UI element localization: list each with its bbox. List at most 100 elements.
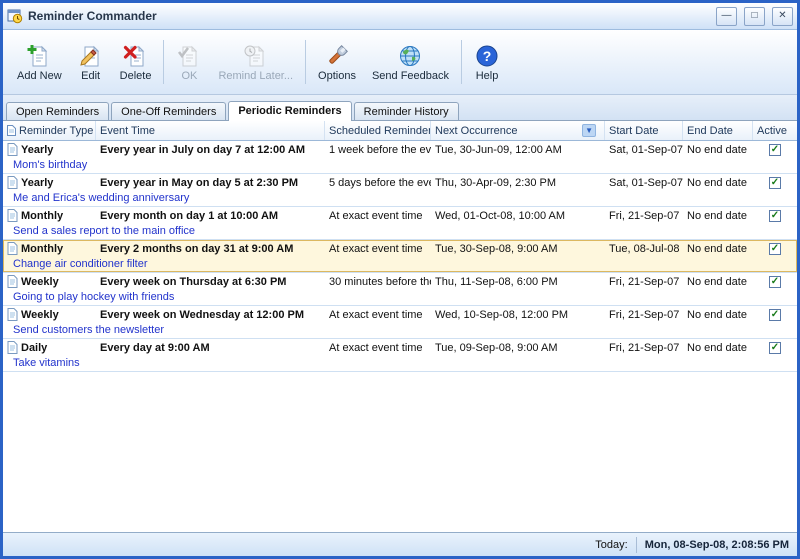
tab-open-reminders[interactable]: Open Reminders [6,102,109,120]
table-row[interactable]: YearlyEvery year in May on day 5 at 2:30… [3,174,797,207]
start-date-cell: Sat, 01-Sep-07 [605,144,683,156]
active-checkbox[interactable]: ✓ [769,309,781,321]
table-row[interactable]: Weekly Every week on Thursday at 6:30 PM3… [3,273,797,306]
minimize-button[interactable]: — [716,7,737,26]
reminder-type-cell: Weekly [3,308,96,321]
row-main: YearlyEvery year in May on day 5 at 2:30… [3,174,797,191]
reminder-doc-icon [7,143,18,156]
row-main: MonthlyEvery 2 months on day 31 at 9:00 … [3,240,797,257]
tab-label: Reminder History [364,106,449,118]
scheduled-reminder-cell: 5 days before the event [325,177,431,189]
row-main: WeeklyEvery week on Wednesday at 12:00 P… [3,306,797,323]
event-time-cell: Every week on Thursday at 6:30 PM [96,276,325,288]
next-occurrence-cell: Tue, 09-Sep-08, 9:00 AM [431,342,605,354]
minimize-icon: — [722,11,732,21]
reminder-type-cell: Monthly [3,209,96,222]
table-row[interactable]: MonthlyEvery month on day 1 at 10:00 AMA… [3,207,797,240]
active-cell: ✓ [753,276,797,288]
column-header-next-occurrence[interactable]: Next Occurrence ▼ [431,121,605,140]
scheduled-reminder-cell: At exact event time [325,309,431,321]
column-header-active[interactable]: Active [753,121,797,140]
send-feedback-button[interactable]: Send Feedback [364,39,457,85]
table-row[interactable]: MonthlyEvery 2 months on day 31 at 9:00 … [3,240,797,273]
titlebar[interactable]: Reminder Commander — □ ✕ [3,3,797,30]
reminder-description: Send a sales report to the main office [3,224,797,239]
reminder-type-cell: Yearly [3,143,96,156]
reminder-doc-icon [7,242,18,255]
maximize-button[interactable]: □ [744,7,765,26]
delete-button[interactable]: Delete [112,39,160,85]
row-main: YearlyEvery year in July on day 7 at 12:… [3,141,797,158]
reminder-type: Weekly [21,276,59,288]
active-cell: ✓ [753,342,797,354]
next-occurrence-cell: Wed, 01-Oct-08, 10:00 AM [431,210,605,222]
reminder-description: Mom's birthday [3,158,797,173]
start-date-cell: Sat, 01-Sep-07 [605,177,683,189]
table-header: Reminder Type Event Time Scheduled Remin… [3,121,797,141]
active-checkbox[interactable]: ✓ [769,342,781,354]
svg-text:?: ? [483,48,492,64]
table-body: YearlyEvery year in July on day 7 at 12:… [3,141,797,532]
sort-descending-icon: ▼ [582,124,596,137]
column-header-scheduled-reminder[interactable]: Scheduled Reminder [325,121,431,140]
scheduled-reminder-cell: At exact event time [325,243,431,255]
reminder-doc-icon [7,308,18,321]
column-header-reminder-type[interactable]: Reminder Type [3,121,96,140]
reminder-description: Change air conditioner filter [3,257,797,272]
active-cell: ✓ [753,309,797,321]
active-cell: ✓ [753,144,797,156]
column-header-label: Active [757,125,787,137]
column-header-label: Reminder Type [19,125,93,137]
remind-later-button: Remind Later... [210,39,301,85]
reminder-description: Going to play hockey with friends [3,290,797,305]
reminder-type: Yearly [21,144,53,156]
table-row[interactable]: DailyEvery day at 9:00 AMAt exact event … [3,339,797,372]
today-date-value: Mon, 08-Sep-08, 2:08:56 PM [645,539,789,551]
help-button[interactable]: ? Help [466,39,508,85]
options-icon [324,43,350,69]
active-checkbox[interactable]: ✓ [769,276,781,288]
column-header-label: Scheduled Reminder [329,125,431,137]
column-header-end-date[interactable]: End Date [683,121,753,140]
reminder-type-cell: Weekly [3,275,96,288]
ok-button: OK [168,39,210,85]
next-occurrence-cell: Tue, 30-Sep-08, 9:00 AM [431,243,605,255]
end-date-cell: No end date [683,177,753,189]
tab-reminder-history[interactable]: Reminder History [354,102,459,120]
app-icon[interactable] [7,8,23,24]
remind-later-label: Remind Later... [218,70,293,82]
reminder-type-cell: Daily [3,341,96,354]
tab-periodic-reminders[interactable]: Periodic Reminders [228,101,351,121]
column-header-start-date[interactable]: Start Date [605,121,683,140]
tab-one-off-reminders[interactable]: One-Off Reminders [111,102,226,120]
next-occurrence-cell: Thu, 11-Sep-08, 6:00 PM [431,276,605,288]
active-checkbox[interactable]: ✓ [769,144,781,156]
end-date-cell: No end date [683,144,753,156]
table-row[interactable]: WeeklyEvery week on Wednesday at 12:00 P… [3,306,797,339]
reminder-type-header-icon [7,125,16,136]
active-checkbox[interactable]: ✓ [769,177,781,189]
table-row[interactable]: YearlyEvery year in July on day 7 at 12:… [3,141,797,174]
row-main: DailyEvery day at 9:00 AMAt exact event … [3,339,797,356]
options-button[interactable]: Options [310,39,364,85]
next-occurrence-cell: Wed, 10-Sep-08, 12:00 PM [431,309,605,321]
scheduled-reminder-cell: At exact event time [325,342,431,354]
ok-label: OK [181,70,197,82]
remind-later-icon [243,43,269,69]
column-header-label: Event Time [100,125,155,137]
close-button[interactable]: ✕ [772,7,793,26]
edit-button[interactable]: Edit [70,39,112,85]
active-checkbox[interactable]: ✓ [769,210,781,222]
tab-label: Open Reminders [16,106,99,118]
add-new-button[interactable]: Add New [9,39,70,85]
reminder-type: Monthly [21,210,63,222]
reminder-doc-icon [7,209,18,222]
active-checkbox[interactable]: ✓ [769,243,781,255]
reminder-type-cell: Yearly [3,176,96,189]
start-date-cell: Fri, 21-Sep-07 [605,276,683,288]
column-header-label: Next Occurrence [435,125,518,137]
event-time-cell: Every week on Wednesday at 12:00 PM [96,309,325,321]
edit-label: Edit [81,70,100,82]
scheduled-reminder-cell: 30 minutes before the event [325,276,431,288]
column-header-event-time[interactable]: Event Time [96,121,325,140]
